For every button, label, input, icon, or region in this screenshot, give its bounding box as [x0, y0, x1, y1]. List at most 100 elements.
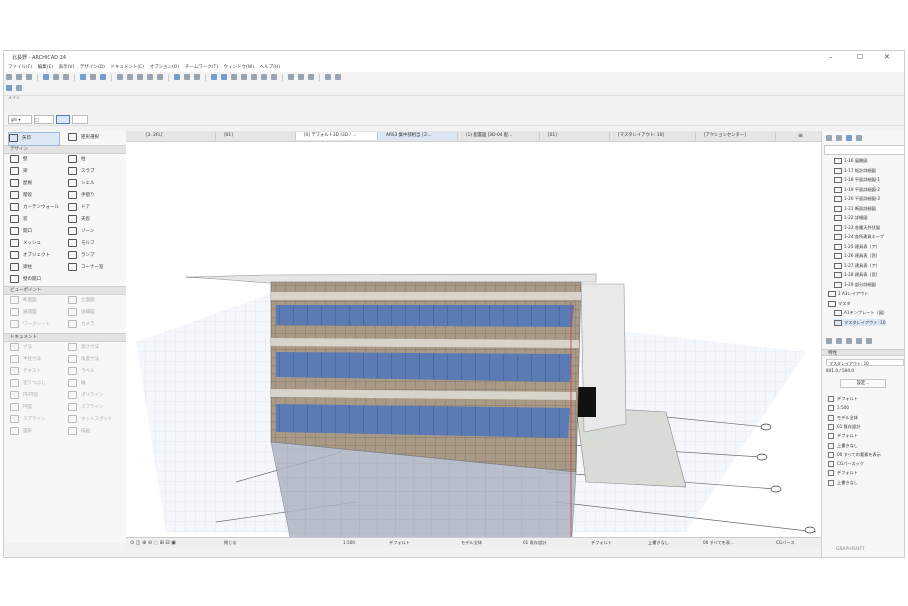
quick-option[interactable]: デフォルト	[828, 432, 858, 440]
status-scale[interactable]: 1:500	[343, 540, 355, 545]
trace-icon[interactable]	[157, 74, 163, 80]
tool-開口[interactable]: 開口	[10, 226, 68, 238]
navigator-item[interactable]: マスタレイアウト: 10	[834, 318, 886, 326]
tool-高さ寸法[interactable]: 高さ寸法	[68, 342, 126, 354]
render-icon[interactable]	[308, 74, 314, 80]
tool-ゾーン[interactable]: ゾーン	[68, 226, 126, 238]
layer-icon[interactable]	[6, 85, 12, 91]
status-model[interactable]: モデル全体	[461, 540, 482, 546]
menu-window[interactable]: ウィンドウ(W)	[224, 64, 254, 70]
tab-master-layout[interactable]: [マスタレイアウト: 10]	[610, 132, 696, 140]
explore-icon[interactable]	[221, 74, 227, 80]
redo-more-icon[interactable]	[26, 74, 32, 80]
tool-角度寸法[interactable]: 角度寸法	[68, 354, 126, 366]
navigator-item[interactable]: 1-26 建具表（窓）	[834, 252, 880, 259]
tab-site-plan[interactable]: (1) 配置図 [3D-04 配...	[458, 132, 540, 140]
tool-壁[interactable]: 壁	[10, 154, 68, 166]
tool-スラブ[interactable]: スラブ	[68, 166, 126, 178]
navigator-item[interactable]: 1-16 展開図	[834, 157, 867, 164]
navigator-item[interactable]: 1-23 各種天井伏図	[834, 224, 880, 231]
orbit-icon[interactable]	[211, 74, 217, 80]
tool-ワークシート[interactable]: ワークシート	[10, 319, 68, 331]
tool-円/円弧[interactable]: 円/円弧	[10, 390, 68, 402]
tab-3d-default[interactable]: [0] デフォルト3D (3D / ...	[296, 132, 378, 140]
settings-button[interactable]: 設定...	[840, 379, 886, 388]
tool-ランプ[interactable]: ランプ	[68, 250, 126, 262]
tab-ars3[interactable]: ARS3 集中部相当 [ス...	[378, 132, 458, 140]
tool-壁の開口[interactable]: 壁の開口	[10, 274, 68, 286]
navigator-item[interactable]: 1-29 部分詳細図	[834, 281, 876, 288]
tool-断面図[interactable]: 断面図	[10, 295, 68, 307]
delete-icon[interactable]	[866, 338, 872, 344]
redo-icon[interactable]	[16, 74, 22, 80]
quick-option[interactable]: 00 すべての要素を表示	[828, 451, 881, 458]
navigator-dropdown[interactable]	[824, 145, 904, 155]
menu-view[interactable]: 表示(V)	[59, 64, 75, 70]
quick-option[interactable]: デフォルト	[828, 395, 858, 402]
tool-オブジェクト[interactable]: オブジェクト	[10, 250, 68, 262]
tool-marquee[interactable]: 矩形選択	[68, 132, 126, 144]
layout-book-icon[interactable]	[846, 135, 852, 141]
quick-option[interactable]: CGパースック	[828, 460, 864, 468]
nav-controls-icon[interactable]: ⊙ ◫ ⊕ ⊖ ◌ ⊞ ⊟ ▣	[130, 540, 176, 546]
zoom-icon[interactable]	[231, 74, 237, 80]
navigator-item[interactable]: 1-19 平面詳細図-2	[834, 186, 880, 193]
section-document[interactable]: ドキュメント	[4, 333, 126, 342]
tab-2fl[interactable]: [3. 2FL]	[138, 132, 216, 140]
tool-屋根[interactable]: 屋根	[10, 178, 68, 190]
tool-柱[interactable]: 柱	[68, 154, 126, 166]
tool-円弧[interactable]: 円弧	[10, 402, 68, 414]
tool-arrow[interactable]: 矢印	[8, 132, 60, 146]
close-button[interactable]: ✕	[884, 53, 890, 61]
tool-窓[interactable]: 窓	[10, 214, 68, 226]
tool-展開図[interactable]: 展開図	[10, 307, 68, 319]
snap-icon[interactable]	[137, 74, 143, 80]
tool-カメラ[interactable]: カメラ	[68, 319, 126, 331]
clone-icon[interactable]	[846, 338, 852, 344]
dimension-icon[interactable]	[261, 74, 267, 80]
grid-icon[interactable]	[117, 74, 123, 80]
navigator-item[interactable]: 1-21 断面詳細図	[834, 205, 876, 212]
arrow-tool-icon[interactable]	[80, 74, 86, 80]
tool-ポリライン[interactable]: ポリライン	[68, 390, 126, 402]
navigator-item[interactable]: 1-27 建具表（ア）	[834, 262, 880, 269]
quick-option[interactable]: モデル全体	[828, 414, 858, 421]
tool-塗りつぶし[interactable]: 塗りつぶし	[10, 378, 68, 390]
arrow-mode-icon[interactable]	[72, 115, 88, 124]
tool-スプライン[interactable]: スプライン	[10, 414, 68, 426]
quick-option[interactable]: 1:500	[828, 404, 849, 412]
pen-icon[interactable]	[63, 74, 69, 80]
tool-スプライン[interactable]: スプライン	[68, 402, 126, 414]
menu-file[interactable]: ファイル(F)	[8, 64, 32, 70]
menu-edit[interactable]: 編集(E)	[38, 64, 53, 70]
tag-icon[interactable]	[335, 74, 341, 80]
navigator-item[interactable]: 2 A3レイアウト	[828, 290, 868, 297]
project-map-icon[interactable]	[826, 135, 832, 141]
menu-options[interactable]: オプション(O)	[150, 64, 180, 70]
navigator-item[interactable]: 1-28 建具表（窓）	[834, 271, 880, 278]
lasso-icon[interactable]	[147, 74, 153, 80]
pick-icon[interactable]	[43, 74, 49, 80]
measure-icon[interactable]	[251, 74, 257, 80]
quick-option[interactable]: 上書きなし	[828, 442, 858, 449]
navigator-item[interactable]: 1-24 各所建具キープ	[834, 233, 884, 240]
status-renovation[interactable]: 01 既存設計	[523, 540, 546, 546]
tool-テキスト[interactable]: テキスト	[10, 366, 68, 378]
tool-天窓[interactable]: 天窓	[68, 214, 126, 226]
tool-カーテンウォール[interactable]: カーテンウォール	[10, 202, 68, 214]
tabs-menu-icon[interactable]: ≡	[798, 132, 803, 139]
cursor-icon[interactable]	[127, 74, 133, 80]
tool-図形[interactable]: 図形	[10, 426, 68, 438]
section-icon[interactable]	[184, 74, 190, 80]
status-cg[interactable]: CGパース	[776, 540, 795, 546]
navigator-item[interactable]: A1テンプレート（図）	[834, 309, 887, 316]
menu-teamwork[interactable]: チームワーク(T)	[185, 64, 218, 70]
menu-design[interactable]: デザイン(D)	[80, 64, 105, 70]
teamwork-icon[interactable]	[325, 74, 331, 80]
tool-ホットスポット[interactable]: ホットスポット	[68, 414, 126, 426]
navigator-item[interactable]: 1-18 平面詳細図-1	[834, 176, 880, 183]
navigator-item[interactable]: 1-17 矩計詳細図	[834, 167, 876, 174]
selector-dropdown[interactable]: ghi ▾	[8, 115, 32, 124]
tool-立面図[interactable]: 立面図	[68, 295, 126, 307]
status-override[interactable]: 上書きなし	[648, 540, 669, 546]
